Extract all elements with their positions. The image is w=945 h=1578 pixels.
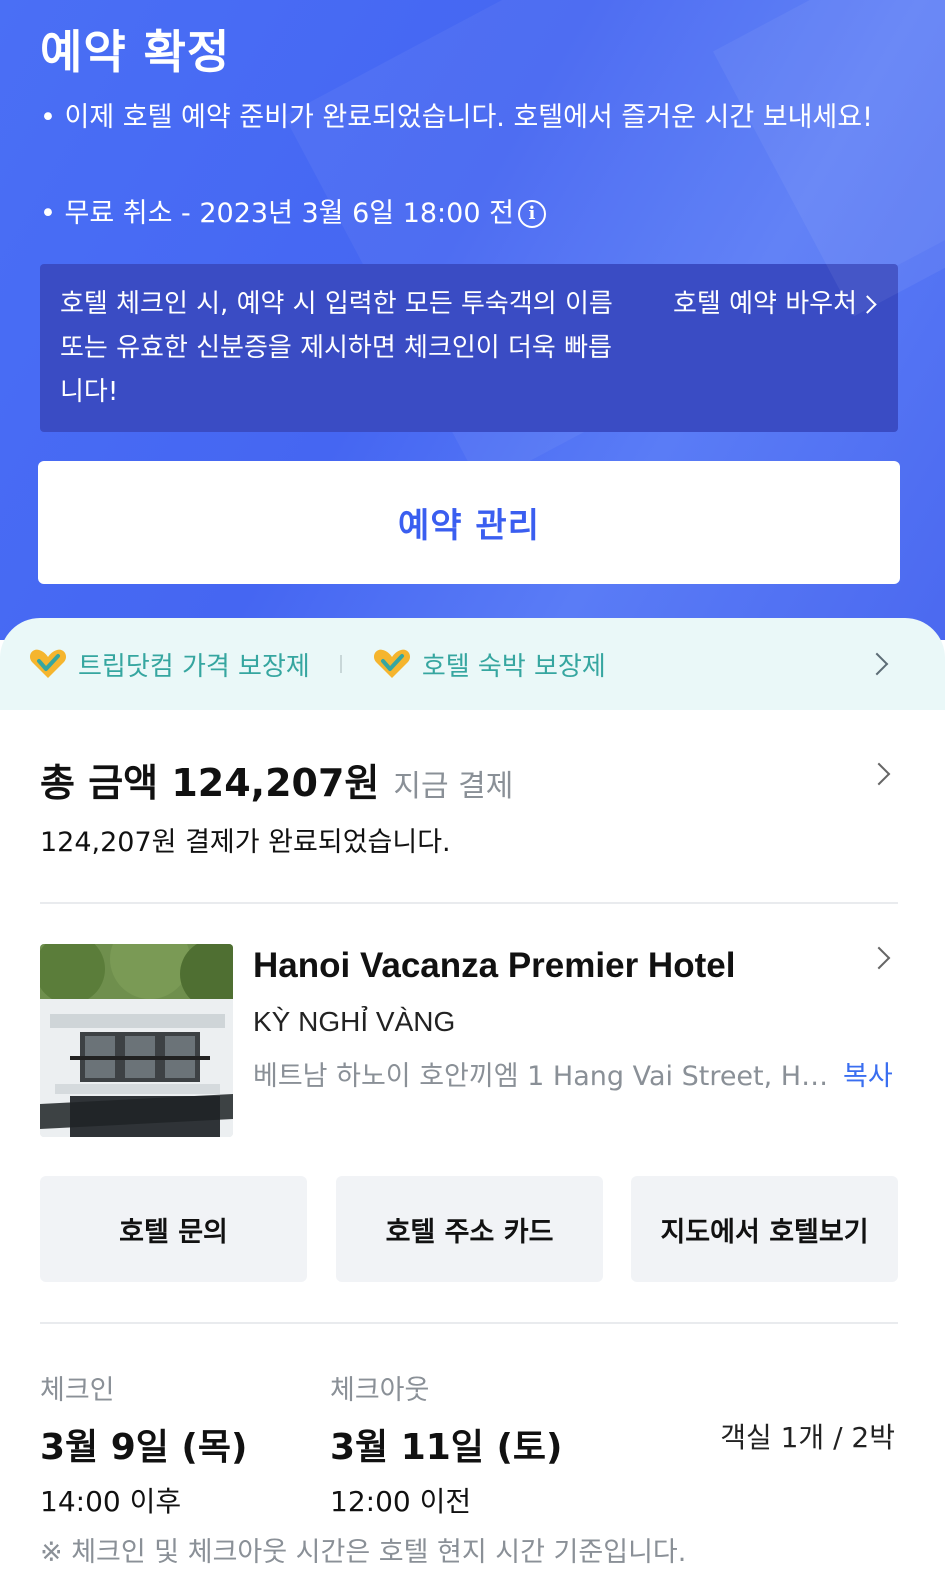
checkout-time: 12:00 이전 [330, 1485, 472, 1518]
free-cancel-message: • 무료 취소 - 2023년 3월 6일 18:00 전 i [40, 192, 546, 236]
stay-guarantee-label: 호텔 숙박 보장제 [421, 651, 606, 682]
checkin-notice-text: 호텔 체크인 시, 예약 시 입력한 모든 투숙객의 이름 또는 유효한 신분증… [60, 289, 613, 407]
price-guarantee[interactable]: 트립닷컴 가격 보장제 [28, 646, 310, 683]
free-cancel-text: • 무료 취소 - 2023년 3월 6일 18:00 전 [40, 198, 514, 229]
checkout-date: 3월 11일 (토) [330, 1427, 563, 1468]
checkin-label: 체크인 [40, 1375, 115, 1406]
hotel-voucher-label: 호텔 예약 바우처 [673, 289, 857, 319]
price-guarantee-label: 트립닷컴 가격 보장제 [78, 651, 310, 682]
chevron-right-icon[interactable] [865, 652, 889, 676]
heart-check-icon [373, 649, 410, 678]
checkin-notice: 호텔 체크인 시, 예약 시 입력한 모든 투숙객의 이름 또는 유효한 신분증… [40, 264, 898, 432]
hotel-name[interactable]: Hanoi Vacanza Premier Hotel [253, 946, 735, 986]
chevron-right-icon[interactable] [867, 946, 891, 970]
checkin-time: 14:00 이후 [40, 1485, 182, 1518]
payment-complete-message: 124,207원 결제가 완료되었습니다. [40, 827, 451, 858]
view-map-button[interactable]: 지도에서 호텔보기 [631, 1176, 898, 1282]
divider [40, 902, 898, 904]
hotel-address-card-button[interactable]: 호텔 주소 카드 [336, 1176, 603, 1282]
pay-now-tag: 지금 결제 [393, 769, 514, 804]
copy-address-link[interactable]: 복사 [843, 1054, 893, 1093]
hotel-voucher-link[interactable]: 호텔 예약 바우처 [673, 282, 877, 326]
checkin-date: 3월 9일 (목) [40, 1427, 248, 1468]
manage-booking-button[interactable]: 예약 관리 [38, 461, 900, 584]
local-time-footnote: ※ 체크인 및 체크아웃 시간은 호텔 현지 시간 기준입니다. [40, 1537, 687, 1568]
ready-message: • 이제 호텔 예약 준비가 완료되었습니다. 호텔에서 즐거운 시간 보내세요… [40, 102, 873, 133]
confirmation-header: 예약 확정 • 이제 호텔 예약 준비가 완료되었습니다. 호텔에서 즐거운 시… [0, 0, 945, 640]
checkout-label: 체크아웃 [330, 1375, 430, 1406]
page-title: 예약 확정 [40, 25, 231, 79]
total-amount: 총 금액 124,207원 [40, 761, 380, 805]
guarantee-bar[interactable]: 트립닷컴 가격 보장제 호텔 숙박 보장제 [0, 618, 945, 710]
chevron-right-icon [858, 294, 877, 314]
room-nights-info: 객실 1개 / 2박 [720, 1421, 895, 1454]
total-amount-row[interactable]: 총 금액 124,207원 지금 결제 [40, 752, 513, 807]
guarantee-divider [339, 655, 342, 673]
hotel-address: 베트남 하노이 호안끼엠 1 Hang Vai Street, Hang Buo… [253, 1061, 843, 1092]
hotel-local-name: KỲ NGHỈ VÀNG [253, 1006, 456, 1037]
hotel-photo[interactable] [40, 944, 233, 1137]
info-icon[interactable]: i [517, 200, 546, 228]
hotel-photo-image [40, 944, 233, 1137]
heart-check-icon [29, 649, 67, 678]
stay-guarantee[interactable]: 호텔 숙박 보장제 [372, 646, 606, 683]
chevron-right-icon[interactable] [867, 762, 891, 786]
divider [40, 1322, 898, 1324]
contact-hotel-button[interactable]: 호텔 문의 [40, 1176, 307, 1282]
